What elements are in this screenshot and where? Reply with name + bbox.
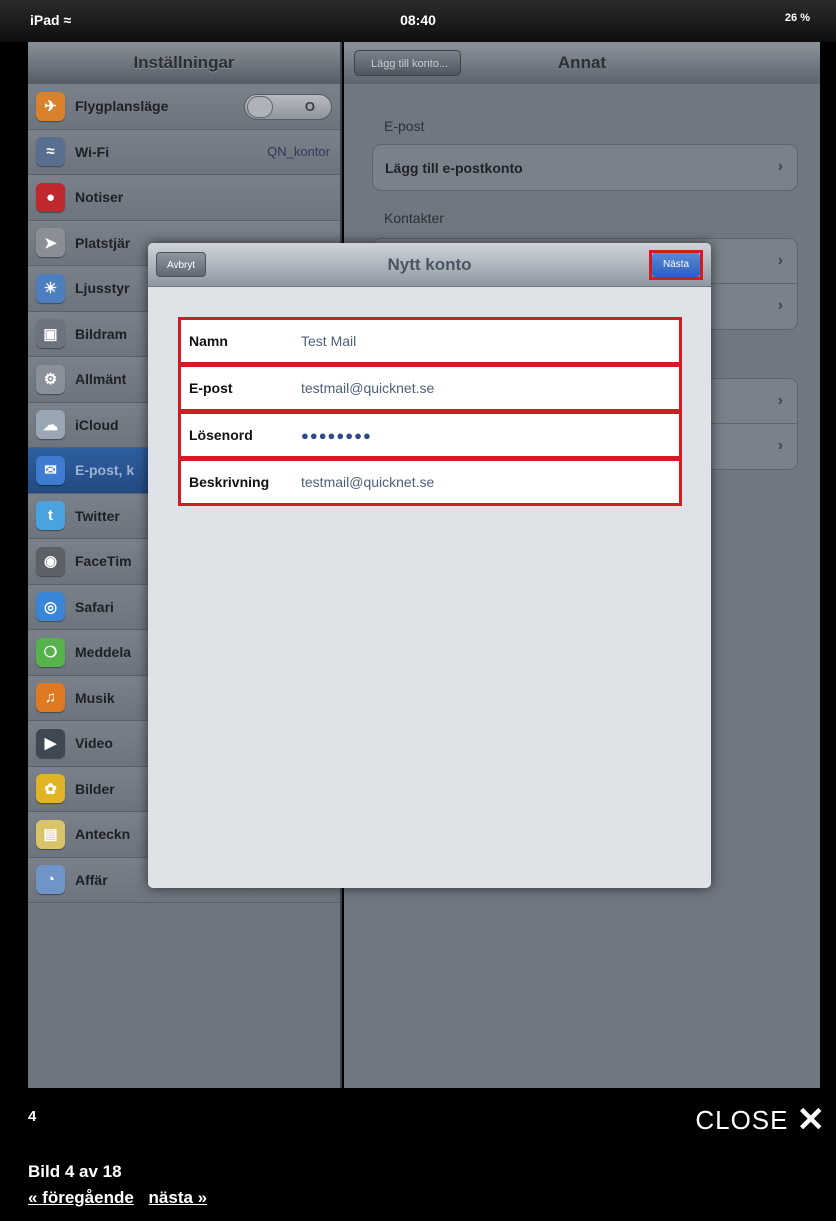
sidebar-item-label: FaceTim — [75, 553, 132, 570]
twitter-icon: t — [36, 501, 65, 531]
close-icon: ✕ — [796, 1101, 826, 1139]
new-account-modal: Nytt konto Avbryt Nästa Namn Test Mail E-p… — [148, 243, 711, 888]
music-icon: ♫ — [36, 683, 65, 713]
sidebar-item-label: Safari — [75, 598, 114, 615]
field-label: Beskrivning — [189, 474, 270, 490]
modal-title: Nytt konto — [387, 255, 472, 274]
sidebar-item-label: Bildram — [75, 325, 128, 342]
brightness-icon: ☀ — [36, 273, 65, 303]
location-icon: ➤ — [36, 228, 65, 258]
form-field[interactable]: Beskrivning testmail@quicknet.se — [178, 458, 682, 506]
toggle-off-label: O — [304, 99, 315, 114]
ipad-screen: iPad ≈ 08:40 26 % Inställningar ✈ Flygpla… — [0, 0, 836, 1090]
form-field[interactable]: E-post testmail@quicknet.se — [178, 364, 682, 412]
field-label: Namn — [189, 333, 228, 349]
sidebar-item-label: Wi-Fi — [75, 143, 110, 160]
battery-indicator: 26 % — [784, 12, 810, 24]
toggle-knob — [247, 96, 273, 118]
sidebar-item-label: Meddela — [75, 644, 132, 661]
chevron-right-icon: › — [777, 392, 783, 409]
field-label: E-post — [189, 380, 233, 396]
next-link[interactable]: nästa » — [149, 1188, 208, 1207]
password-input[interactable]: ●●●●●●●● — [301, 428, 372, 443]
add-mail-account-label: Lägg till e-postkonto — [385, 159, 523, 176]
close-button[interactable]: CLOSE ✕ — [695, 1100, 826, 1140]
chevron-right-icon: › — [777, 437, 783, 454]
sidebar-item-label: Flygplansläge — [75, 98, 169, 115]
sidebar-item-label: iCloud — [75, 416, 119, 433]
sidebar-item-label: Bilder — [75, 780, 115, 797]
section-label-contacts: Kontakter — [384, 210, 444, 226]
airplane-icon: ✈ — [36, 91, 65, 121]
field-input[interactable]: testmail@quicknet.se — [301, 380, 434, 396]
add-mail-account-row[interactable]: Lägg till e-postkonto › — [373, 145, 797, 190]
back-button[interactable]: Lägg till konto... — [354, 50, 462, 76]
wifi-icon: ≈ — [36, 137, 65, 167]
mail-group: Lägg till e-postkonto › — [372, 144, 798, 191]
sidebar-item-label: Platstjär — [75, 234, 131, 251]
photos-icon: ✿ — [36, 774, 65, 804]
cancel-button[interactable]: Avbryt — [156, 252, 207, 277]
cloud-icon: ☁ — [36, 410, 65, 440]
next-button-label: Nästa — [652, 253, 700, 277]
status-bar: iPad ≈ 08:40 26 % — [0, 0, 836, 42]
sidebar-item-label: Video — [75, 735, 113, 752]
previous-link[interactable]: « föregående — [28, 1188, 134, 1207]
slide-number: 4 — [28, 1108, 37, 1125]
sidebar-item-label: Notiser — [75, 189, 124, 206]
airplane-mode-toggle[interactable]: O — [244, 94, 332, 120]
sidebar-item-label: Twitter — [75, 507, 120, 524]
close-label: CLOSE — [695, 1104, 789, 1135]
sidebar-title: Inställningar — [28, 42, 340, 84]
slide-caption: Bild 4 av 18 — [28, 1162, 122, 1181]
gallery-footer: 4 CLOSE ✕ Bild 4 av 18 « föregående näst… — [0, 1090, 836, 1221]
video-icon: ▶ — [36, 728, 65, 758]
chevron-right-icon: › — [777, 158, 783, 175]
safari-icon: ◎ — [36, 592, 65, 622]
status-time: 08:40 — [400, 12, 436, 28]
gear-icon: ⚙ — [36, 364, 65, 394]
detail-nav-bar: Annat Lägg till konto... — [344, 42, 820, 84]
picture-frame-icon: ▣ — [36, 319, 65, 349]
notifications-icon: ● — [36, 182, 65, 212]
facetime-icon: ◉ — [36, 546, 65, 576]
chevron-right-icon: › — [777, 297, 783, 314]
notes-icon: ▤ — [36, 819, 65, 849]
sidebar-item-label: Allmänt — [75, 371, 127, 388]
field-label: Lösenord — [189, 427, 253, 443]
sidebar-item-label: Ljusstyr — [75, 280, 130, 297]
modal-nav-bar: Nytt konto Avbryt Nästa — [148, 243, 711, 287]
sidebar-item-label: Musik — [75, 689, 115, 706]
sidebar-item[interactable]: ≈ Wi-Fi QN_kontor — [28, 129, 340, 175]
form-field[interactable]: Lösenord ●●●●●●●● — [178, 411, 682, 459]
messages-icon: ❍ — [36, 637, 65, 667]
account-form: Namn Test Mail E-post testmail@quicknet.se L… — [178, 317, 682, 506]
field-input[interactable]: testmail@quicknet.se — [301, 474, 434, 490]
section-label-mail: E-post — [384, 118, 425, 134]
sidebar-item[interactable]: ● Notiser — [28, 175, 340, 221]
form-field[interactable]: Namn Test Mail — [178, 317, 682, 365]
field-input[interactable]: Test Mail — [301, 333, 356, 349]
sidebar-item-label: Affär — [75, 871, 108, 888]
stocks-icon: ◔ — [36, 865, 65, 895]
sidebar-item-label: E-post, k — [75, 462, 135, 479]
pager: « föregående nästa » — [28, 1188, 217, 1208]
chevron-right-icon: › — [777, 252, 783, 269]
sidebar-item-value: QN_kontor — [267, 144, 330, 160]
sidebar-item-label: Anteckn — [75, 826, 131, 843]
next-button[interactable]: Nästa — [649, 250, 703, 280]
sidebar-item[interactable]: ✈ Flygplansläge O — [28, 84, 340, 130]
mail-icon: ✉ — [36, 455, 65, 485]
